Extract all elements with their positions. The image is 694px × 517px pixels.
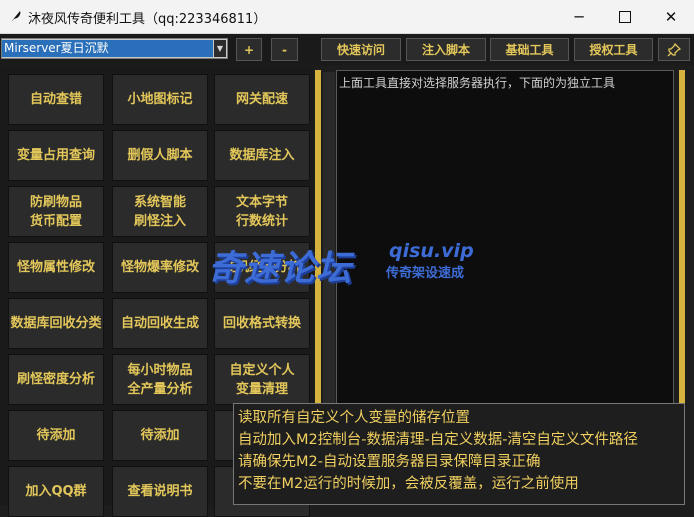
tool-button[interactable]: 回收格式转换 [214,298,310,349]
tab-basic-tools[interactable]: 基础工具 [490,38,569,61]
tab-license-tools[interactable]: 授权工具 [574,38,653,61]
tool-button[interactable]: 网关配速 [214,74,310,125]
tool-button[interactable]: 怪物属性修改 [8,242,104,293]
maximize-button[interactable] [602,0,648,33]
maximize-icon [619,10,631,23]
close-button[interactable]: ✕ [648,0,694,33]
title-bar: 沐夜风传奇便利工具（qq:223346811） ─ ✕ [0,0,694,34]
watermark-logo: 奇速论坛 qisu.vip 传奇架设速成 [206,236,496,289]
tool-button[interactable]: 文本字节 行数统计 [214,186,310,237]
server-selected: Mirserver夏日沉默 [2,40,213,57]
tool-button[interactable]: 怪物爆率修改 [112,242,208,293]
tooltip-line: 请确保先M2-自动设置服务器目录保障目录正确 [238,454,541,470]
output-text: 上面工具直接对选择服务器执行，下面的为独立工具 [339,76,616,90]
tooltip: 读取所有自定义个人变量的储存位置 自动加入M2控制台-数据清理-自定义数据-清空… [233,403,685,505]
join-qq-group-button[interactable]: 加入QQ群 [8,466,104,517]
chevron-down-icon[interactable]: ▼ [214,40,226,57]
tool-button[interactable]: 数据库注入 [214,130,310,181]
tool-button[interactable]: 删假人脚本 [112,130,208,181]
feather-icon [11,11,21,22]
tool-button[interactable]: 防刷物品 货币配置 [8,186,104,237]
tab-inject-script[interactable]: 注入脚本 [406,38,486,61]
tool-button[interactable]: 待添加 [112,410,208,461]
close-icon: ✕ [664,7,678,26]
pin-icon [667,42,681,56]
minimize-icon: ─ [574,7,584,26]
tool-button[interactable]: 系统智能 刷怪注入 [112,186,208,237]
pin-button[interactable] [658,38,690,61]
add-server-button[interactable]: + [236,38,262,61]
tooltip-line: 不要在M2运行的时候加，会被反覆盖，运行之前使用 [238,476,579,492]
window-title: 沐夜风传奇便利工具（qq:223346811） [28,12,267,27]
server-dropdown[interactable]: Mirserver夏日沉默 ▼ [1,38,228,59]
tool-button[interactable]: 数据库回收分类 [8,298,104,349]
watermark-sub: 传奇架设速成 [386,266,465,281]
tooltip-line: 自动加入M2控制台-数据清理-自定义数据-清空自定义文件路径 [238,432,638,448]
tool-button[interactable]: 每小时物品 全产量分析 [112,354,208,405]
minimize-button[interactable]: ─ [556,0,602,33]
remove-server-button[interactable]: - [271,38,298,61]
toolbar: Mirserver夏日沉默 ▼ + - 快速访问 注入脚本 基础工具 授权工具 [0,34,694,65]
tab-quick-access[interactable]: 快速访问 [321,38,401,61]
tool-button[interactable]: 小地图标记 [112,74,208,125]
tool-button[interactable]: 刷怪密度分析 [8,354,104,405]
tool-button[interactable]: 自定义个人 变量清理 [214,354,310,405]
tool-button[interactable]: 待添加 [8,410,104,461]
tool-button[interactable]: 变量占用查询 [8,130,104,181]
tooltip-line: 读取所有自定义个人变量的储存位置 [238,410,470,426]
watermark-url: qisu.vip [389,240,474,262]
view-manual-button[interactable]: 查看说明书 [112,466,208,517]
tool-button[interactable]: 自动查错 [8,74,104,125]
tool-button[interactable]: 自动回收生成 [112,298,208,349]
watermark-main: 奇速论坛 [208,249,353,289]
